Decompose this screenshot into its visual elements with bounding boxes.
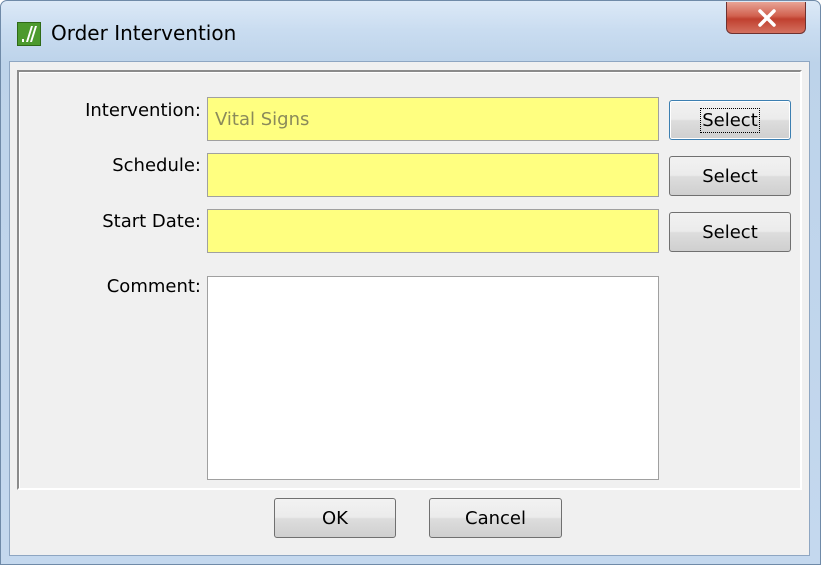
cancel-button[interactable]: Cancel	[429, 498, 562, 538]
comment-field[interactable]	[207, 276, 659, 480]
title-bar[interactable]: Order Intervention	[1, 1, 820, 69]
close-icon	[758, 9, 776, 27]
schedule-label: Schedule:	[112, 155, 201, 176]
select-schedule-button[interactable]: Select	[669, 156, 791, 196]
ok-button[interactable]: OK	[274, 498, 396, 538]
select-start-date-button[interactable]: Select	[669, 212, 791, 252]
select-schedule-label: Select	[702, 165, 758, 187]
schedule-field[interactable]	[207, 153, 659, 197]
ok-label: OK	[322, 507, 348, 529]
dialog-client-area: Intervention: Select Schedule: Select St…	[9, 61, 810, 556]
close-button[interactable]	[726, 2, 806, 34]
select-intervention-label: Select	[700, 107, 760, 133]
comment-label: Comment:	[106, 276, 201, 297]
start-date-field[interactable]	[207, 209, 659, 253]
cancel-label: Cancel	[465, 507, 526, 529]
form-panel: Intervention: Select Schedule: Select St…	[17, 70, 802, 490]
select-intervention-button[interactable]: Select	[669, 100, 791, 140]
order-intervention-dialog: Order Intervention Intervention: Select …	[0, 0, 821, 565]
intervention-label: Intervention:	[85, 100, 201, 121]
select-start-date-label: Select	[702, 221, 758, 243]
window-title: Order Intervention	[51, 21, 237, 45]
start-date-label: Start Date:	[102, 211, 201, 232]
intervention-field[interactable]	[207, 97, 659, 141]
app-logo-icon	[17, 22, 41, 46]
